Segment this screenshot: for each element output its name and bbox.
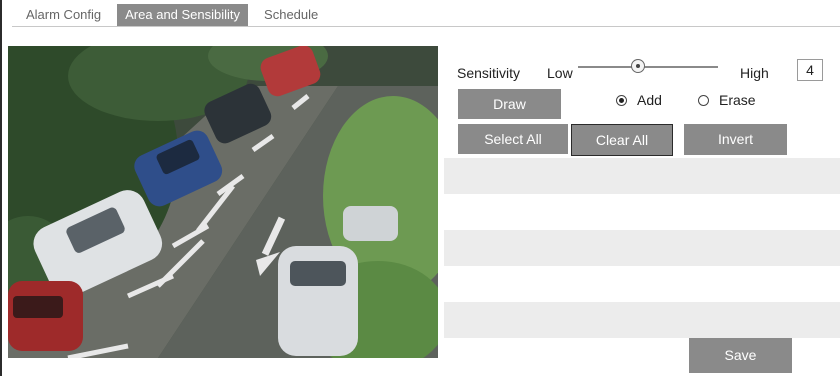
invert-button[interactable]: Invert — [684, 124, 787, 155]
camera-preview[interactable] — [8, 46, 438, 358]
tab-underline — [12, 26, 840, 27]
car-white-right — [278, 246, 358, 356]
tab-schedule[interactable]: Schedule — [256, 4, 326, 26]
sensitivity-label: Sensitivity — [457, 65, 521, 81]
sensitivity-high-label: High — [740, 65, 769, 81]
save-button[interactable]: Save — [689, 338, 792, 373]
sensitivity-value-box[interactable]: 4 — [797, 59, 823, 81]
add-radio-indicator[interactable] — [616, 94, 627, 106]
sensitivity-slider-track[interactable] — [578, 66, 718, 68]
add-radio[interactable]: Add — [616, 92, 662, 108]
panel-row-shaded — [444, 302, 840, 338]
camera-scene — [8, 46, 438, 358]
sensitivity-low-label: Low — [547, 65, 573, 81]
tab-bar: Alarm Config Area and Sensibility Schedu… — [18, 4, 334, 26]
select-all-button[interactable]: Select All — [458, 124, 568, 154]
erase-radio-indicator[interactable] — [698, 94, 709, 106]
panel-row-shaded — [444, 230, 840, 266]
erase-radio[interactable]: Erase — [698, 92, 756, 108]
clear-all-button[interactable]: Clear All — [571, 124, 673, 156]
panel-row-shaded — [444, 158, 840, 194]
draw-button[interactable]: Draw — [458, 89, 561, 119]
erase-radio-label: Erase — [719, 92, 756, 108]
tab-area-and-sensibility[interactable]: Area and Sensibility — [117, 4, 249, 26]
sensitivity-slider-thumb[interactable] — [631, 59, 645, 73]
car-red-bottom — [8, 281, 83, 351]
tab-alarm-config[interactable]: Alarm Config — [18, 4, 109, 26]
add-radio-label: Add — [637, 92, 662, 108]
car-white-far — [343, 206, 398, 241]
window-left-border — [0, 0, 2, 376]
